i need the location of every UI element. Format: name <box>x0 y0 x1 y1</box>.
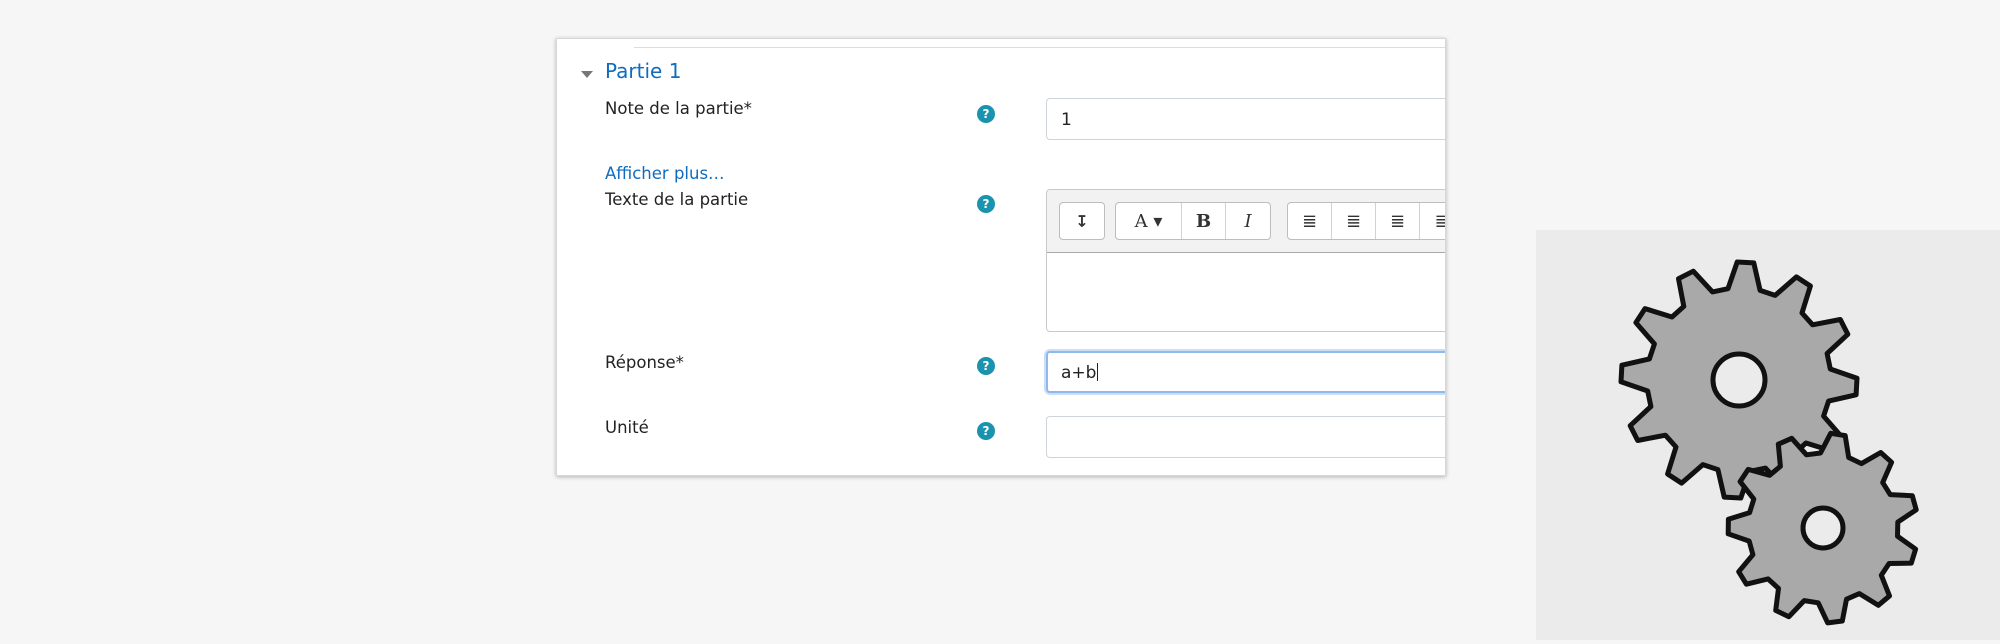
show-more-link[interactable]: Afficher plus… <box>605 164 725 183</box>
gear-hole <box>1800 505 1846 551</box>
toolbar-group-format: A ▾ B I <box>1115 202 1271 240</box>
divider <box>634 47 1445 48</box>
text-label: Texte de la partie <box>605 190 749 209</box>
unit-input[interactable] <box>1046 416 1445 458</box>
gear-hole <box>1710 351 1768 409</box>
numbered-list-icon[interactable]: ≣ <box>1332 203 1376 239</box>
rich-text-editor[interactable]: ↧ A ▾ B I ≣ ≣ ≣ ≣ <box>1046 189 1445 332</box>
editor-toolbar: ↧ A ▾ B I ≣ ≣ ≣ ≣ <box>1047 190 1445 253</box>
bullet-list-icon[interactable]: ≣ <box>1288 203 1332 239</box>
bold-icon[interactable]: B <box>1182 203 1226 239</box>
gears-illustration <box>1536 230 2000 640</box>
answer-label: Réponse* <box>605 353 684 372</box>
answer-input[interactable]: a+b <box>1046 351 1445 393</box>
gears-icon <box>1618 259 1919 626</box>
section-title[interactable]: Partie 1 <box>605 59 681 83</box>
indent-icon[interactable]: ≣ <box>1420 203 1445 239</box>
toolbar-group-lists: ≣ ≣ ≣ ≣ <box>1287 202 1445 240</box>
mark-label: Note de la partie* <box>605 99 752 118</box>
answer-value: a+b <box>1061 363 1097 383</box>
text-cursor <box>1097 363 1099 381</box>
help-icon[interactable]: ? <box>977 357 995 375</box>
help-icon[interactable]: ? <box>977 422 995 440</box>
caret-down-icon[interactable] <box>581 71 593 78</box>
outdent-icon[interactable]: ≣ <box>1376 203 1420 239</box>
help-icon[interactable]: ? <box>977 195 995 213</box>
toggle-toolbar-icon[interactable]: ↧ <box>1060 203 1104 239</box>
help-icon[interactable]: ? <box>977 105 995 123</box>
unit-label: Unité <box>605 418 649 437</box>
mark-input[interactable]: 1 <box>1046 98 1445 140</box>
toolbar-group-toggle: ↧ <box>1059 202 1105 240</box>
font-style-icon[interactable]: A ▾ <box>1116 203 1182 239</box>
italic-icon[interactable]: I <box>1226 203 1270 239</box>
question-part-panel: Partie 1 Note de la partie* ? 1 Afficher… <box>556 38 1446 476</box>
